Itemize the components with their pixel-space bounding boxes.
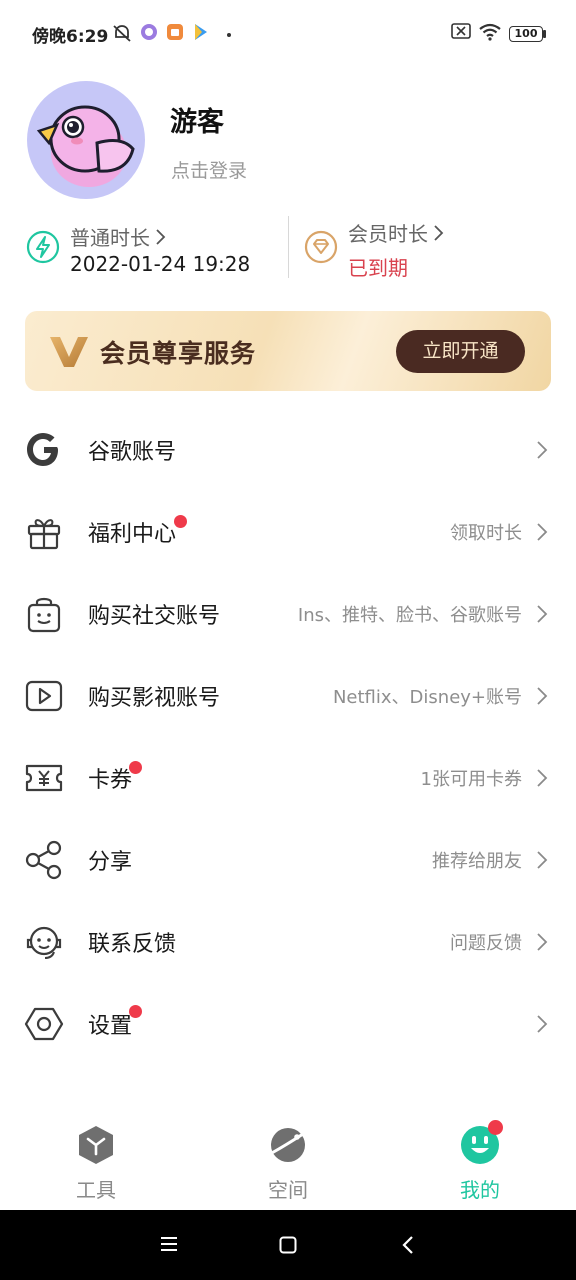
chevron-right-icon — [537, 1015, 548, 1033]
home-icon[interactable] — [279, 1236, 297, 1254]
notification-badge — [129, 761, 142, 774]
lightning-icon — [26, 230, 60, 264]
bird-avatar-icon — [36, 105, 135, 187]
notification-badge — [129, 1005, 142, 1018]
menu-item-subtitle: Netflix、Disney+账号 — [332, 687, 522, 708]
tools-cube-icon — [79, 1126, 113, 1164]
share-icon — [25, 840, 62, 880]
username[interactable]: 游客 — [170, 100, 224, 139]
normal-duration-label: 普通时长 — [70, 226, 150, 250]
menu-item-label: 分享 — [88, 850, 133, 875]
tab-mine[interactable]: 我的 — [384, 1110, 576, 1210]
vip-banner-title: 会员尊享服务 — [100, 339, 257, 368]
tab-label: 工具 — [76, 1178, 116, 1202]
menu-icon[interactable] — [160, 1236, 178, 1252]
chevron-right-icon — [537, 687, 548, 705]
notification-badge — [174, 515, 187, 528]
back-icon[interactable] — [402, 1235, 414, 1255]
menu-item-buy-video-account[interactable]: 购买影视账号 Netflix、Disney+账号 — [0, 656, 576, 736]
menu-item-label: 谷歌账号 — [88, 440, 177, 465]
chevron-right-icon — [434, 224, 444, 241]
chevron-right-icon — [156, 228, 166, 245]
menu-item-coupons[interactable]: 卡券 1张可用卡券 — [0, 738, 576, 818]
headset-icon — [26, 926, 62, 959]
vip-duration-label: 会员时长 — [348, 222, 428, 246]
system-nav-bar — [0, 1210, 576, 1280]
tab-space[interactable]: 空间 — [192, 1110, 384, 1210]
mute-bell-icon — [113, 25, 131, 42]
vip-duration[interactable]: 会员时长 已到期 — [302, 214, 552, 282]
menu-item-subtitle: Ins、推特、脸书、谷歌账号 — [297, 605, 522, 626]
shopping-app-icon — [167, 24, 183, 40]
avatar[interactable] — [27, 81, 145, 199]
menu-item-subtitle: 1张可用卡券 — [420, 769, 522, 790]
status-time: 傍晚6:29 — [32, 27, 109, 47]
menu-item-settings[interactable]: 设置 — [0, 984, 576, 1064]
diamond-icon — [304, 230, 338, 264]
menu-item-subtitle: 问题反馈 — [450, 933, 522, 954]
chevron-right-icon — [537, 933, 548, 951]
chevron-right-icon — [537, 769, 548, 787]
tab-tools[interactable]: 工具 — [0, 1110, 192, 1210]
google-icon — [27, 433, 58, 466]
activate-vip-button[interactable]: 立即开通 — [396, 330, 525, 373]
menu-item-subtitle: 领取时长 — [450, 523, 522, 544]
planet-icon — [269, 1128, 307, 1162]
chevron-right-icon — [537, 851, 548, 869]
bottom-nav: 工具 空间 我的 — [0, 1110, 576, 1210]
settings-hexagon-icon — [24, 1007, 64, 1041]
play-store-icon — [195, 24, 207, 40]
tab-label: 空间 — [268, 1178, 308, 1202]
gift-icon — [27, 519, 61, 550]
menu-item-share[interactable]: 分享 推荐给朋友 — [0, 820, 576, 900]
login-link[interactable]: 点击登录 — [171, 156, 247, 183]
menu-item-label: 设置 — [88, 1014, 133, 1039]
notification-badge — [488, 1120, 503, 1135]
menu-item-welfare-center[interactable]: 福利中心 领取时长 — [0, 492, 576, 572]
normal-duration-value: 2022-01-24 19:28 — [70, 252, 251, 276]
no-sim-icon — [451, 23, 471, 39]
more-notifications-dot — [227, 33, 231, 37]
wifi-icon — [479, 23, 501, 41]
vip-v-logo-icon — [50, 337, 88, 367]
coupon-icon — [25, 764, 63, 792]
menu-item-feedback[interactable]: 联系反馈 问题反馈 — [0, 902, 576, 982]
shopping-bag-icon — [27, 597, 61, 633]
battery-level: 100 — [514, 27, 538, 40]
chevron-right-icon — [537, 605, 548, 623]
normal-duration[interactable]: 普通时长 2022-01-24 19:28 — [24, 214, 274, 282]
menu-item-label: 购买社交账号 — [88, 604, 221, 629]
video-play-icon — [25, 680, 63, 712]
vip-duration-value: 已到期 — [348, 256, 408, 280]
status-bar: 傍晚6:29 100 — [0, 0, 576, 70]
chevron-right-icon — [537, 523, 548, 541]
battery-icon: 100 — [509, 26, 543, 42]
menu-item-label: 购买影视账号 — [88, 686, 221, 711]
menu-item-label: 福利中心 — [88, 522, 177, 547]
battery-tip — [543, 30, 546, 38]
tab-label: 我的 — [460, 1178, 500, 1202]
app-notification-icon — [141, 24, 157, 40]
menu-item-subtitle: 推荐给朋友 — [432, 851, 522, 872]
menu-item-buy-social-account[interactable]: 购买社交账号 Ins、推特、脸书、谷歌账号 — [0, 574, 576, 654]
divider — [288, 216, 289, 278]
menu-item-google-account[interactable]: 谷歌账号 — [0, 410, 576, 490]
chevron-right-icon — [537, 441, 548, 459]
menu-item-label: 联系反馈 — [88, 932, 177, 957]
menu-item-label: 卡券 — [88, 768, 133, 793]
